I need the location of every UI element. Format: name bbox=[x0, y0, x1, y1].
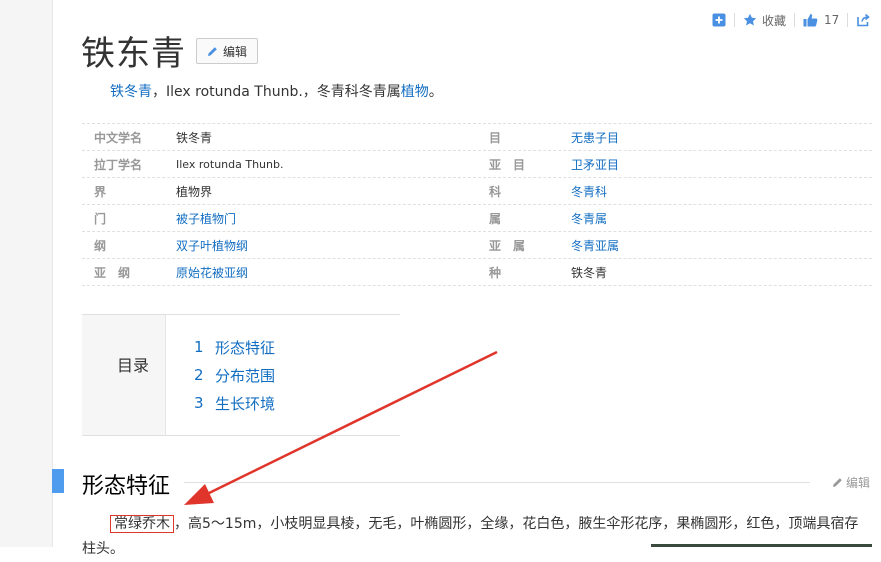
info-name: 亚 目 bbox=[489, 157, 526, 172]
pencil-icon bbox=[833, 478, 842, 487]
info-name: 界 bbox=[94, 184, 107, 199]
info-link-class[interactable]: 双子叶植物纲 bbox=[176, 237, 477, 254]
share-icon bbox=[857, 13, 871, 27]
pencil-icon bbox=[207, 46, 217, 56]
toc-item-number: 3 bbox=[194, 394, 204, 412]
highlighted-term: 常绿乔木 bbox=[110, 515, 174, 533]
info-link-genus[interactable]: 冬青属 bbox=[571, 210, 872, 227]
info-row: 亚 纲 原始花被亚纲 种 铁冬青 bbox=[82, 259, 872, 286]
section-edit-button[interactable]: 编辑 bbox=[832, 474, 870, 491]
toc-item-distribution[interactable]: 2 分布范围 bbox=[194, 361, 275, 389]
toc-item-habitat[interactable]: 3 生长环境 bbox=[194, 389, 275, 417]
toc-label-cell: 目录 bbox=[82, 315, 166, 435]
section-paragraph: 常绿乔木 ，高5～15m，小枝明显具棱，无毛，叶椭圆形，全缘，花白色，腋生伞形花序… bbox=[82, 512, 872, 562]
info-name: 亚 属 bbox=[489, 238, 526, 253]
summary-end: 。 bbox=[428, 84, 443, 100]
info-name: 目 bbox=[489, 130, 502, 145]
info-name: 科 bbox=[489, 184, 502, 199]
like-count: 17 bbox=[824, 13, 840, 27]
toolbar-divider bbox=[847, 13, 849, 27]
info-name: 种 bbox=[489, 265, 502, 280]
edit-label: 编辑 bbox=[222, 44, 247, 59]
info-link-subgenus[interactable]: 冬青亚属 bbox=[571, 237, 872, 254]
info-value: Ilex rotunda Thunb. bbox=[176, 157, 284, 171]
toc-item-label: 形态特征 bbox=[215, 338, 276, 357]
toolbar-divider bbox=[794, 13, 796, 27]
summary-link-plant[interactable]: 植物 bbox=[401, 84, 429, 100]
article-toolbar: 收藏 17 bbox=[712, 10, 871, 30]
thumbs-up-icon bbox=[803, 14, 818, 27]
share-button[interactable] bbox=[856, 13, 871, 27]
star-icon bbox=[743, 13, 757, 26]
left-margin bbox=[0, 0, 53, 547]
basic-info-table: 中文学名 铁冬青 目 无患子目 拉丁学名 Ilex rotunda Thunb.… bbox=[82, 123, 872, 286]
toc-label: 目录 bbox=[117, 356, 150, 375]
paragraph-text: ，高5～15m，小枝明显具棱，无毛，叶椭圆形，全缘，花白色，腋生伞形花序，果椭圆… bbox=[82, 516, 859, 557]
section-edit-label: 编辑 bbox=[846, 476, 871, 490]
add-to-list-button[interactable] bbox=[712, 13, 726, 27]
info-link-phylum[interactable]: 被子植物门 bbox=[176, 210, 477, 227]
page-title: 铁东青 bbox=[81, 34, 186, 74]
edit-button[interactable]: 编辑 bbox=[196, 38, 258, 64]
info-name: 中文学名 bbox=[94, 130, 143, 145]
plus-square-icon bbox=[712, 13, 726, 27]
info-name: 亚 纲 bbox=[94, 265, 131, 280]
toc-item-number: 1 bbox=[194, 338, 204, 356]
info-value: 铁冬青 bbox=[571, 265, 608, 280]
info-link-family[interactable]: 冬青科 bbox=[571, 183, 872, 200]
lemma-summary: 铁冬青，Ilex rotunda Thunb.，冬青科冬青属植物。 bbox=[110, 81, 443, 101]
like-button[interactable]: 17 bbox=[803, 13, 839, 27]
info-row: 拉丁学名 Ilex rotunda Thunb. 亚 目 卫矛亚目 bbox=[82, 151, 872, 178]
info-row: 中文学名 铁冬青 目 无患子目 bbox=[82, 123, 872, 151]
info-value: 植物界 bbox=[176, 184, 213, 199]
info-row: 纲 双子叶植物纲 亚 属 冬青亚属 bbox=[82, 232, 872, 259]
section-marker bbox=[52, 469, 64, 493]
summary-link-tiedongqing[interactable]: 铁冬青 bbox=[110, 84, 152, 100]
info-row: 门 被子植物门 属 冬青属 bbox=[82, 205, 872, 232]
toolbar-divider bbox=[734, 13, 735, 27]
summary-text: ，Ilex rotunda Thunb.，冬青科冬青属 bbox=[152, 84, 401, 100]
info-value: 铁冬青 bbox=[176, 130, 213, 145]
info-name: 门 bbox=[94, 211, 107, 226]
toc-item-morphology[interactable]: 1 形态特征 bbox=[194, 333, 275, 361]
info-name: 拉丁学名 bbox=[94, 157, 143, 172]
toc-item-label: 生长环境 bbox=[215, 394, 276, 413]
info-link-subclass[interactable]: 原始花被亚纲 bbox=[176, 264, 477, 281]
section-divider bbox=[184, 482, 810, 483]
toc-item-label: 分布范围 bbox=[215, 366, 276, 385]
collect-button[interactable]: 收藏 bbox=[743, 12, 786, 29]
info-name: 纲 bbox=[94, 238, 107, 253]
toc-item-number: 2 bbox=[194, 366, 204, 384]
section-title: 形态特征 bbox=[82, 474, 171, 499]
info-row: 界 植物界 科 冬青科 bbox=[82, 178, 872, 205]
table-of-contents: 目录 1 形态特征 2 分布范围 3 生长环境 bbox=[82, 314, 400, 436]
toc-list: 1 形态特征 2 分布范围 3 生长环境 bbox=[194, 333, 275, 417]
info-link-suborder[interactable]: 卫矛亚目 bbox=[571, 156, 872, 173]
info-link-order[interactable]: 无患子目 bbox=[571, 129, 872, 146]
collect-label: 收藏 bbox=[762, 13, 787, 28]
info-name: 属 bbox=[489, 211, 502, 226]
